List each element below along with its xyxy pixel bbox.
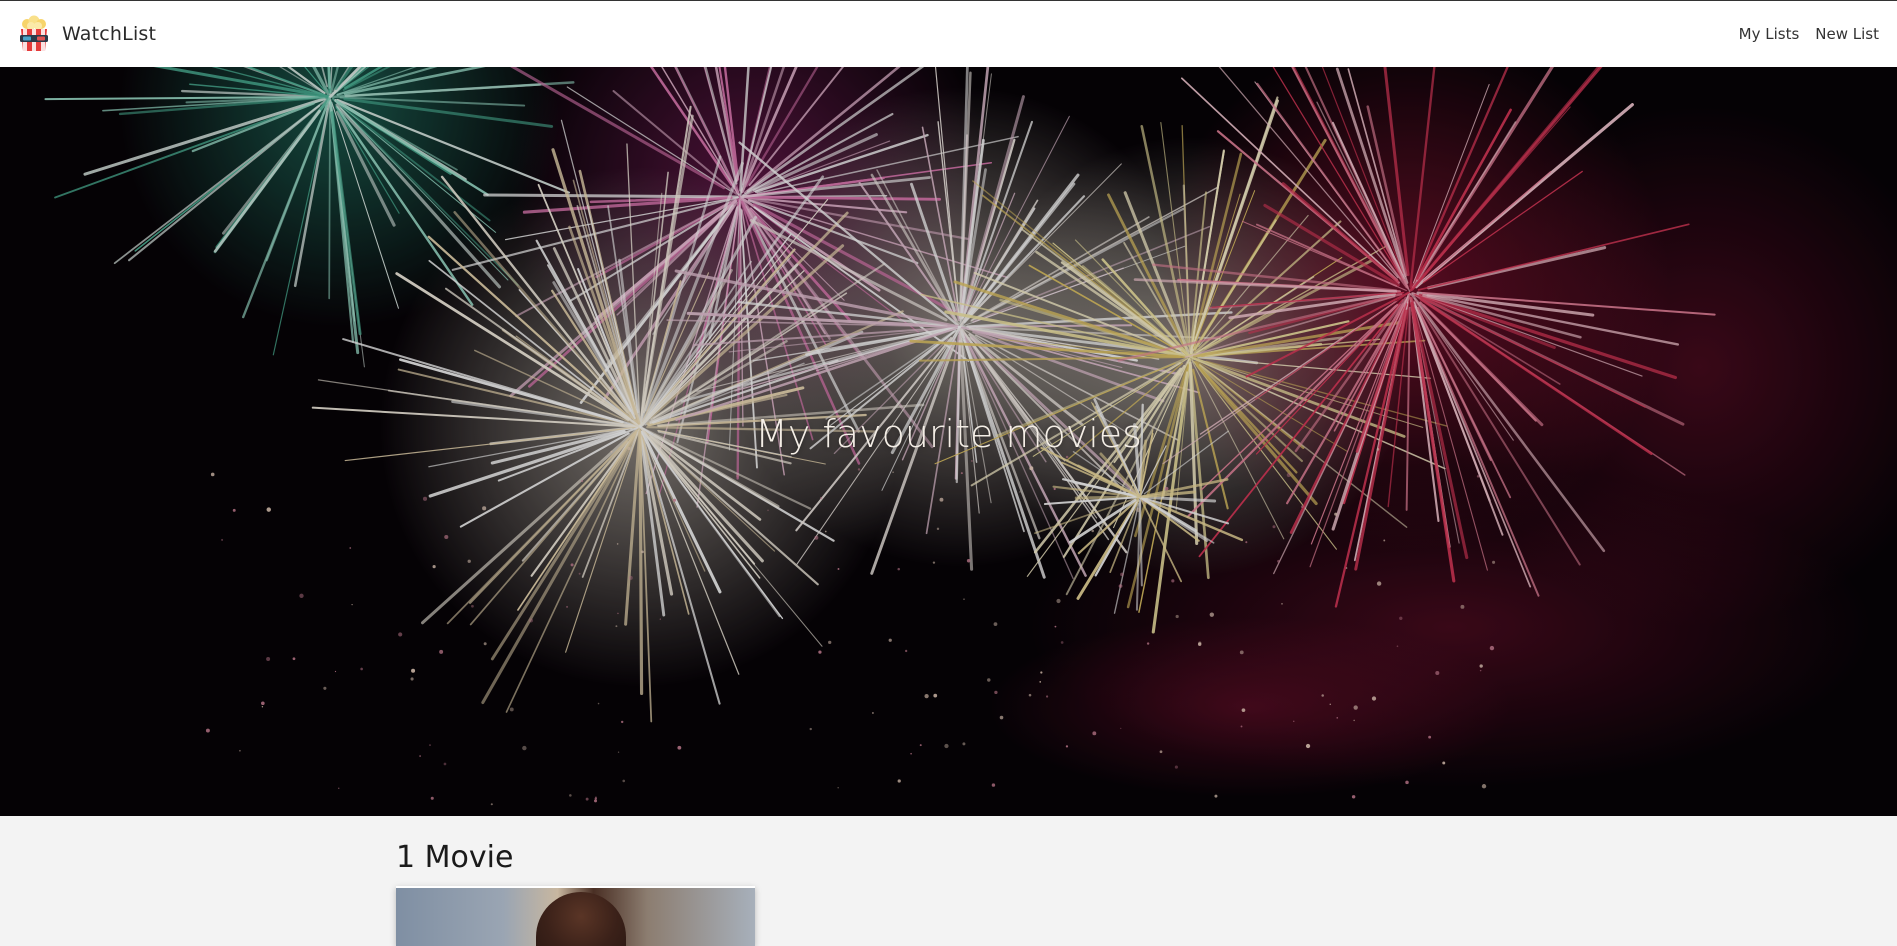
nav-link-new-list[interactable]: New List: [1815, 25, 1879, 43]
brand-link[interactable]: WatchList: [14, 14, 156, 54]
top-navbar: WatchList My Lists New List: [0, 0, 1897, 67]
movie-poster-image: [396, 888, 755, 946]
list-content: 1 Movie: [0, 816, 1897, 946]
popcorn-box-icon: [20, 15, 48, 51]
list-title: My favourite movies: [755, 412, 1142, 456]
hero-banner: My favourite movies: [0, 67, 1897, 816]
movie-card[interactable]: [396, 886, 755, 946]
movie-count-heading: 1 Movie: [396, 840, 514, 875]
brand-name: WatchList: [62, 23, 157, 45]
nav-link-my-lists[interactable]: My Lists: [1739, 25, 1800, 43]
poster-figure: [536, 892, 626, 946]
nav-links: My Lists New List: [1739, 25, 1879, 43]
